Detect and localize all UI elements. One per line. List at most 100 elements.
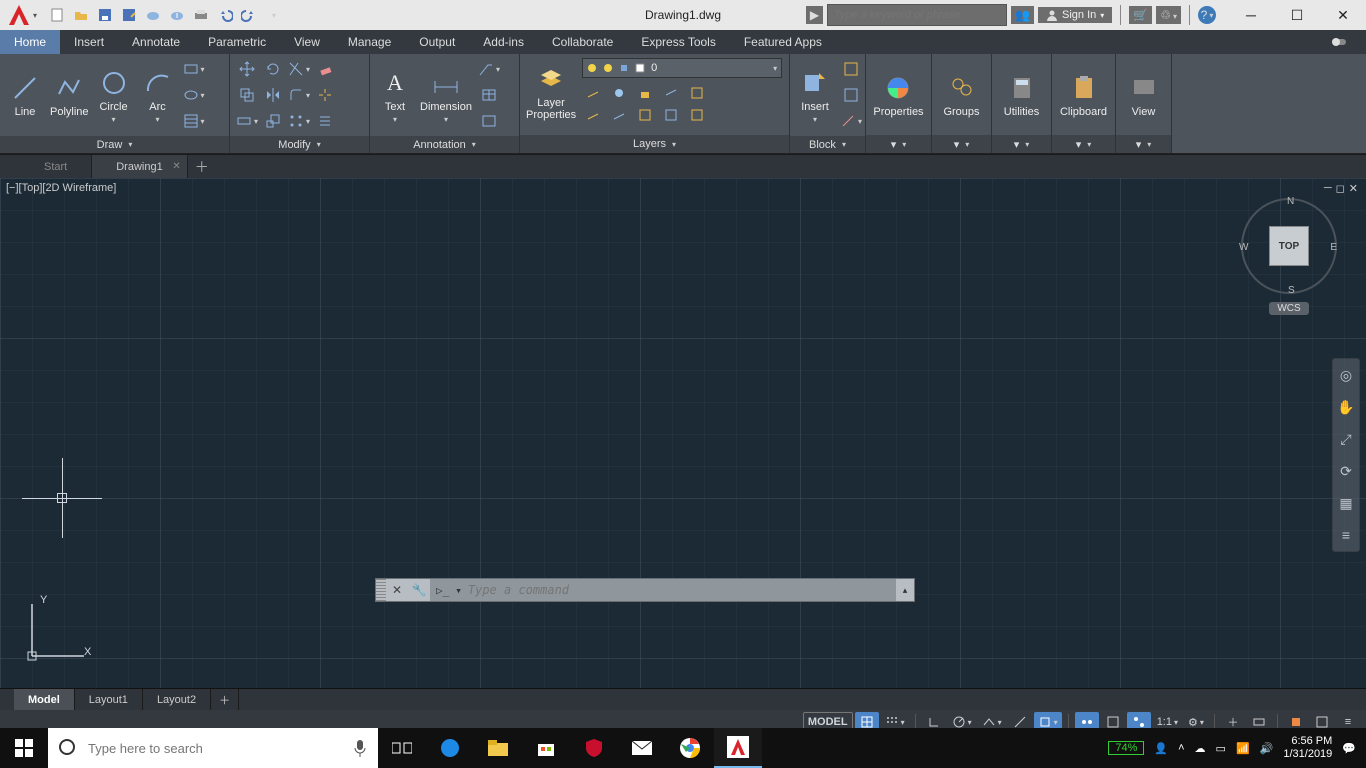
taskbar-clock[interactable]: 6:56 PM 1/31/2019 (1283, 735, 1332, 761)
file-tab-start[interactable]: Start (20, 155, 92, 178)
new-icon[interactable] (46, 4, 68, 26)
tab-view[interactable]: View (280, 30, 334, 54)
tab-insert[interactable]: Insert (60, 30, 118, 54)
tab-addins[interactable]: Add-ins (469, 30, 538, 54)
panel-annotation-title[interactable]: Annotation (370, 136, 519, 153)
mic-icon[interactable] (352, 738, 368, 758)
wifi-icon[interactable]: 📶 (1236, 742, 1250, 755)
tab-featured[interactable]: Featured Apps (730, 30, 836, 54)
layer-properties-button[interactable]: Layer Properties (526, 63, 576, 121)
edit-block-icon[interactable] (840, 84, 862, 106)
groups-button[interactable]: Groups (943, 72, 981, 118)
zoom-extents-icon[interactable]: ⤢ (1336, 429, 1356, 449)
properties-button[interactable]: Properties (873, 72, 923, 118)
viewcube-top-face[interactable]: TOP (1269, 226, 1309, 266)
layer-off-icon[interactable] (582, 82, 604, 104)
layer-freeze-icon[interactable] (608, 82, 630, 104)
layer-lock-icon[interactable] (634, 82, 656, 104)
erase-icon[interactable] (314, 58, 336, 80)
battery-indicator[interactable]: 74% (1108, 741, 1144, 755)
explode-icon[interactable] (314, 84, 336, 106)
layout-tab-layout1[interactable]: Layout1 (75, 689, 143, 710)
start-button[interactable] (0, 728, 48, 768)
help-icon[interactable]: ? (1198, 6, 1216, 24)
scale-icon[interactable] (262, 110, 284, 132)
leader-icon[interactable] (478, 58, 500, 80)
panel-modify-title[interactable]: Modify (230, 136, 369, 153)
ribbon-min-toggle[interactable] (1316, 30, 1366, 54)
panel-block-title[interactable]: Block (790, 136, 865, 153)
tableedit-icon[interactable] (478, 110, 500, 132)
tab-home[interactable]: Home (0, 30, 60, 54)
layout-tab-add[interactable]: ＋ (211, 689, 239, 710)
mail-icon[interactable] (618, 728, 666, 768)
viewcube[interactable]: TOP N E S W WCS (1234, 198, 1344, 316)
text-button[interactable]: AText▾ (376, 67, 414, 124)
layer-state-icon[interactable] (686, 104, 708, 126)
tab-manage[interactable]: Manage (334, 30, 405, 54)
create-block-icon[interactable] (840, 58, 862, 80)
viewport-close-icon[interactable]: ✕ (1349, 182, 1358, 195)
app-menu-button[interactable]: ▾ (0, 0, 42, 30)
layer-match-icon[interactable] (686, 82, 708, 104)
layer-dropdown[interactable]: 0 ▾ (582, 58, 782, 78)
panel-layers-title[interactable]: Layers (520, 135, 789, 153)
tab-annotate[interactable]: Annotate (118, 30, 194, 54)
a360-icon[interactable]: ♲ (1156, 6, 1181, 24)
panel-utilities-title[interactable]: ▾ (992, 135, 1051, 153)
action-center-icon[interactable]: 💬 (1342, 742, 1356, 755)
array-icon[interactable] (288, 110, 310, 132)
file-tab-drawing[interactable]: Drawing1✕ (92, 155, 187, 178)
cloud-save-icon[interactable] (166, 4, 188, 26)
store-icon[interactable] (522, 728, 570, 768)
maximize-button[interactable]: ☐ (1274, 0, 1320, 30)
wcs-badge[interactable]: WCS (1269, 302, 1308, 315)
ellipse-icon[interactable] (183, 84, 205, 106)
hatch-icon[interactable] (183, 110, 205, 132)
tray-chevron-icon[interactable]: ˄ (1178, 742, 1184, 754)
stretch-icon[interactable] (236, 110, 258, 132)
polyline-button[interactable]: Polyline (50, 72, 89, 118)
minimize-button[interactable]: ─ (1228, 0, 1274, 30)
mcafee-icon[interactable] (570, 728, 618, 768)
save-icon[interactable] (94, 4, 116, 26)
infocenter-icon[interactable]: 👥 (1011, 6, 1034, 24)
cloud-open-icon[interactable] (142, 4, 164, 26)
autocad-task-icon[interactable] (714, 728, 762, 768)
layer-make-current-icon[interactable] (660, 82, 682, 104)
cmdline-history-icon[interactable]: ▴ (896, 585, 914, 596)
arc-button[interactable]: Arc▾ (139, 67, 177, 124)
panel-properties-title[interactable]: ▾ (866, 135, 931, 153)
utilities-button[interactable]: Utilities (1003, 72, 1041, 118)
explorer-icon[interactable] (474, 728, 522, 768)
undo-icon[interactable] (214, 4, 236, 26)
layer-prev-icon[interactable] (634, 104, 656, 126)
viewport-maximize-icon[interactable]: ◻ (1336, 182, 1345, 195)
fillet-icon[interactable] (288, 84, 310, 106)
copy-icon[interactable] (236, 84, 258, 106)
pan-icon[interactable]: ✋ (1336, 397, 1356, 417)
clipboard-button[interactable]: Clipboard (1060, 72, 1107, 118)
taskbar-search[interactable] (48, 728, 378, 768)
view-button[interactable]: View (1125, 72, 1163, 118)
tab-parametric[interactable]: Parametric (194, 30, 280, 54)
close-tab-icon[interactable]: ✕ (172, 161, 180, 172)
edit-attr-icon[interactable] (840, 110, 862, 132)
people-icon[interactable]: 👤 (1154, 742, 1168, 755)
taskview-icon[interactable] (378, 728, 426, 768)
viewport-minimize-icon[interactable]: ─ (1324, 182, 1332, 195)
taskbar-search-input[interactable] (88, 741, 342, 756)
insert-button[interactable]: Insert▾ (796, 67, 834, 124)
exchange-icon[interactable]: 🛒 (1129, 6, 1152, 24)
panel-clipboard-title[interactable]: ▾ (1052, 135, 1115, 153)
layer-iso-icon[interactable] (582, 104, 604, 126)
cmdline-options-icon[interactable]: 🔧 (408, 579, 430, 601)
onedrive-icon[interactable]: ☁ (1195, 742, 1206, 755)
signin-button[interactable]: Sign In ▾ (1038, 7, 1112, 23)
cmdline-drag-handle[interactable] (376, 579, 386, 601)
move-icon[interactable] (236, 58, 258, 80)
close-button[interactable]: ✕ (1320, 0, 1366, 30)
viewport-label[interactable]: [−][Top][2D Wireframe] (6, 182, 116, 194)
line-button[interactable]: Line (6, 72, 44, 118)
offset-icon[interactable] (314, 110, 336, 132)
